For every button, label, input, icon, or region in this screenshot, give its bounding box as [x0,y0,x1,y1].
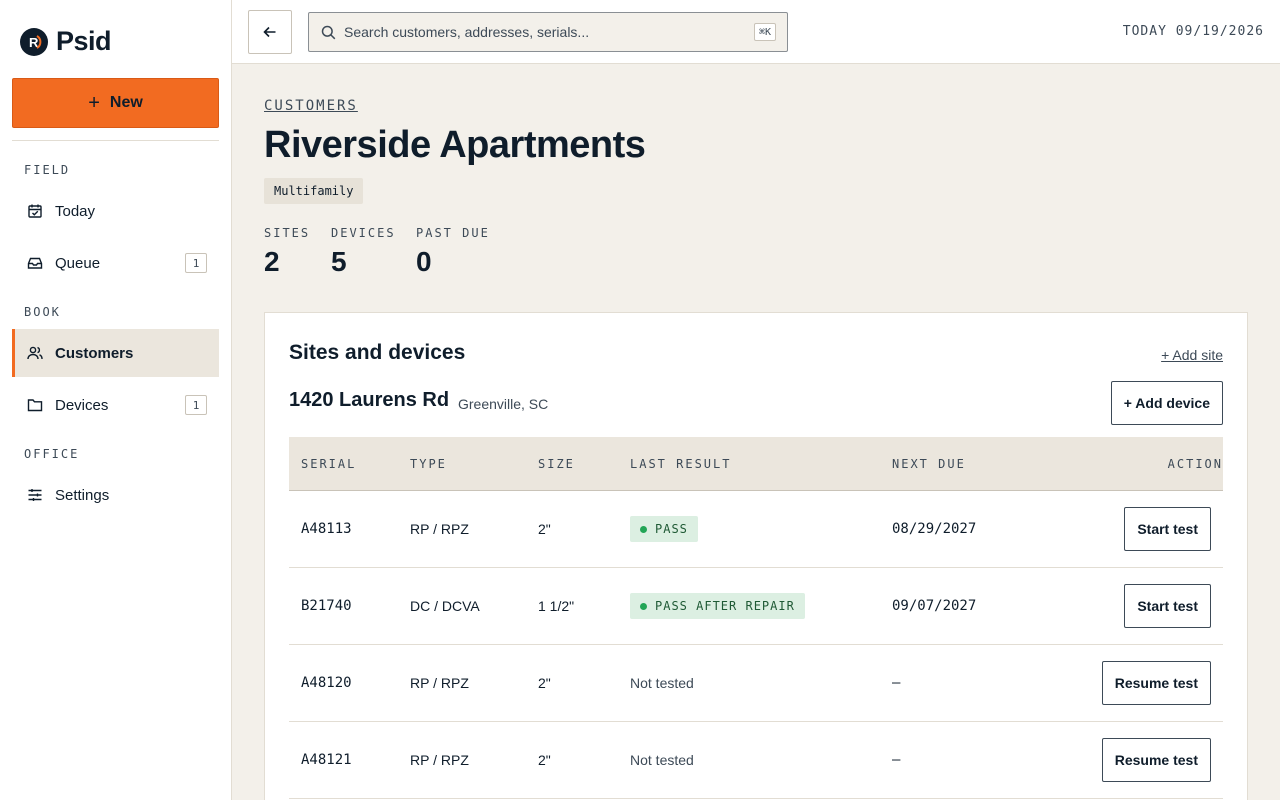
size-cell: 2" [538,675,551,691]
result-text: Not tested [630,675,694,691]
sliders-icon [27,487,43,503]
panel-title: Sites and devices [289,341,466,364]
devices-count-badge: 1 [185,395,207,415]
stat-value: 2 [264,246,280,277]
table-row: A48120 RP / RPZ 2" Not tested — Resume t… [289,645,1223,722]
section-field: FIELD [24,163,71,177]
customer-type-tag: Multifamily [264,178,364,204]
type-cell: RP / RPZ [410,521,469,537]
result-label: PASS [655,522,688,536]
page-title: Riverside Apartments [264,124,646,166]
next-due-cell: 08/29/2027 [892,521,977,537]
sites-devices-panel: Sites and devices + Add site 1420 Lauren… [264,312,1248,800]
result-label: PASS AFTER REPAIR [655,599,795,613]
stat-sites: SITES 2 [264,226,310,278]
users-icon [27,345,43,361]
size-cell: 1 1/2" [538,598,575,614]
add-device-button[interactable]: + Add device [1110,381,1223,425]
sidebar-item-label: Today [55,202,96,220]
table-row: A48121 RP / RPZ 2" Not tested — Resume t… [289,722,1223,799]
plus-icon: + [88,92,100,114]
queue-count-badge: 1 [185,253,207,273]
sidebar-item-devices[interactable]: Devices 1 [12,381,219,429]
start-test-button[interactable]: Start test [1124,507,1211,551]
next-due-cell: — [892,675,901,691]
new-button-label: New [109,94,143,111]
table-row: A48113 RP / RPZ 2" PASS 08/29/2027 Start… [289,491,1223,568]
next-due-cell: 09/07/2027 [892,598,977,614]
stat-label: DEVICES [331,226,396,240]
stat-past-due: PAST DUE 0 [416,226,490,278]
column-header-action: ACTION [1167,457,1223,471]
topbar: ⌘K TODAY 09/19/2026 [232,0,1280,64]
search-input[interactable] [344,24,787,40]
type-cell: DC / DCVA [410,598,480,614]
today-date: TODAY 09/19/2026 [1122,24,1264,39]
column-header-size: SIZE [538,457,575,471]
inbox-icon [27,255,43,271]
status-dot-icon [640,602,647,610]
sidebar-item-queue[interactable]: Queue 1 [12,239,219,287]
column-header-next-due: NEXT DUE [892,457,966,471]
column-header-serial: SERIAL [301,457,357,471]
new-button[interactable]: + New [12,78,219,128]
table-header: SERIAL TYPE SIZE LAST RESULT NEXT DUE AC… [289,437,1223,491]
sidebar-item-label: Customers [55,344,134,362]
sidebar-divider [12,140,219,141]
result-badge: PASS [630,516,698,542]
type-cell: RP / RPZ [410,752,469,768]
column-header-last-result: LAST RESULT [630,457,732,471]
sidebar-item-today[interactable]: Today [12,187,219,235]
search-shortcut-hint: ⌘K [753,23,776,41]
sidebar: R Psid + New FIELD Today Queue 1 BOOK Cu… [0,0,232,800]
stat-value: 5 [331,246,347,277]
back-button[interactable] [248,10,292,54]
search-box[interactable]: ⌘K [308,12,788,52]
stat-devices: DEVICES 5 [331,226,396,278]
result-text: Not tested [630,752,694,768]
add-site-link[interactable]: + Add site [1161,347,1223,363]
folder-icon [27,397,43,413]
sidebar-item-label: Settings [55,486,110,504]
next-due-cell: — [892,752,901,768]
search-icon [321,25,336,39]
serial-cell: B21740 [301,598,352,614]
sidebar-item-label: Queue [55,254,101,272]
sidebar-item-customers[interactable]: Customers [12,329,219,377]
serial-cell: A48121 [301,752,352,768]
size-cell: 2" [538,752,551,768]
start-test-button[interactable]: Start test [1124,584,1211,628]
sidebar-item-settings[interactable]: Settings [12,471,219,519]
sidebar-item-label: Devices [55,396,109,414]
serial-cell: A48113 [301,521,352,537]
app-logo[interactable]: R Psid [20,26,112,57]
stat-label: SITES [264,226,311,240]
arrow-left-icon [263,26,276,38]
stat-value: 0 [416,246,432,277]
table-row: B21740 DC / DCVA 1 1/2" PASS AFTER REPAI… [289,568,1223,645]
resume-test-button[interactable]: Resume test [1101,661,1211,705]
devices-table: SERIAL TYPE SIZE LAST RESULT NEXT DUE AC… [289,437,1223,799]
size-cell: 2" [538,521,551,537]
breadcrumb[interactable]: CUSTOMERS [264,98,358,114]
logo-mark-icon: R [20,27,48,56]
status-dot-icon [640,525,647,533]
section-office: OFFICE [24,447,80,461]
calendar-check-icon [27,203,43,219]
site-city: Greenville, SC [458,396,549,412]
resume-test-button[interactable]: Resume test [1101,738,1211,782]
column-header-type: TYPE [410,457,447,471]
serial-cell: A48120 [301,675,352,691]
section-book: BOOK [24,305,61,319]
result-badge: PASS AFTER REPAIR [630,593,805,619]
app-name: Psid [56,26,112,56]
site-address: 1420 Laurens Rd [289,389,450,411]
type-cell: RP / RPZ [410,675,469,691]
stat-label: PAST DUE [416,226,490,240]
